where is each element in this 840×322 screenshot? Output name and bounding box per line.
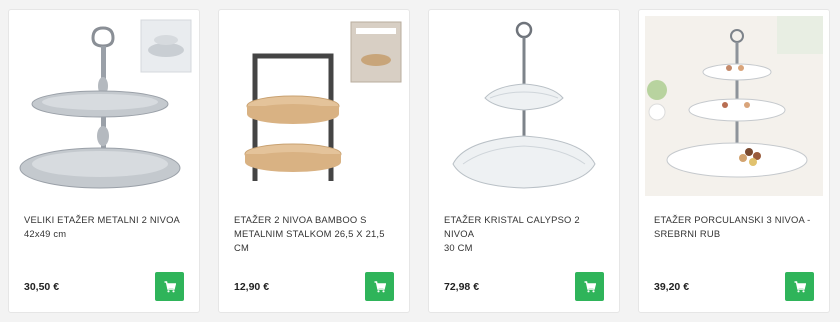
product-card[interactable]: ETAŽER KRISTAL CALYPSO 2 NIVOA 30 CM 72,…	[428, 9, 620, 313]
porcelain-cake-stand-image	[645, 16, 823, 196]
add-to-cart-button[interactable]	[365, 272, 394, 301]
product-image[interactable]	[435, 16, 613, 196]
cart-icon	[374, 280, 386, 292]
cart-icon	[584, 280, 596, 292]
bamboo-cake-stand-image	[225, 16, 403, 196]
product-title[interactable]: ETAŽER PORCULANSKI 3 NIVOA - SREBRNI RUB	[654, 213, 819, 241]
cart-icon	[164, 280, 176, 292]
product-title-text[interactable]: ETAŽER 2 NIVOA BAMBOO S METALNIM STALKOM…	[234, 214, 385, 253]
product-size: 42x49 cm	[24, 228, 67, 239]
product-grid: VELIKI ETAŽER METALNI 2 NIVOA 42x49 cm 3…	[0, 0, 840, 322]
crystal-cake-stand-image	[435, 16, 613, 196]
product-price: 39,20 €	[654, 281, 690, 293]
product-price: 72,98 €	[444, 281, 480, 293]
add-to-cart-button[interactable]	[575, 272, 604, 301]
cart-icon	[794, 280, 806, 292]
product-title-text[interactable]: VELIKI ETAŽER METALNI 2 NIVOA	[24, 214, 180, 225]
product-title-text[interactable]: ETAŽER KRISTAL CALYPSO 2 NIVOA	[444, 214, 580, 239]
product-image[interactable]	[15, 16, 193, 196]
product-image[interactable]	[645, 16, 823, 196]
add-to-cart-button[interactable]	[785, 272, 814, 301]
product-size: 30 CM	[444, 242, 473, 253]
product-card[interactable]: VELIKI ETAŽER METALNI 2 NIVOA 42x49 cm 3…	[8, 9, 200, 313]
add-to-cart-button[interactable]	[155, 272, 184, 301]
product-card[interactable]: ETAŽER 2 NIVOA BAMBOO S METALNIM STALKOM…	[218, 9, 410, 313]
product-title[interactable]: ETAŽER KRISTAL CALYPSO 2 NIVOA 30 CM	[444, 213, 609, 255]
product-price: 12,90 €	[234, 281, 270, 293]
product-title[interactable]: VELIKI ETAŽER METALNI 2 NIVOA 42x49 cm	[24, 213, 189, 241]
metal-cake-stand-image	[15, 16, 193, 196]
product-card[interactable]: ETAŽER PORCULANSKI 3 NIVOA - SREBRNI RUB…	[638, 9, 830, 313]
product-title[interactable]: ETAŽER 2 NIVOA BAMBOO S METALNIM STALKOM…	[234, 213, 399, 255]
product-price: 30,50 €	[24, 281, 60, 293]
product-image[interactable]	[225, 16, 403, 196]
product-title-text[interactable]: ETAŽER PORCULANSKI 3 NIVOA - SREBRNI RUB	[654, 214, 811, 239]
